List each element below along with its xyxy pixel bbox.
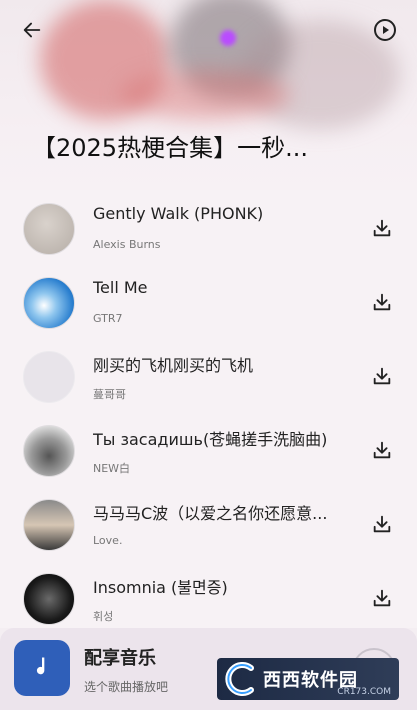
song-name: Tell Me [93,278,148,297]
song-cover [23,573,75,625]
song-name: 马马马C波（以爱之名你还愿意... [93,504,328,523]
song-cover [23,203,75,255]
song-cover [23,425,75,477]
download-icon[interactable] [371,291,393,313]
song-cover [23,351,75,403]
song-row[interactable]: Tell Me GTR7 [0,264,417,338]
song-artist: Love. [93,534,123,547]
song-name: Gently Walk (PHONK) [93,204,264,223]
music-note-icon [36,657,45,675]
play-all-button[interactable] [367,14,403,46]
song-name: 刚买的飞机刚买的飞机 [93,356,254,375]
song-artist: 蔓哥哥 [93,388,126,401]
watermark-domain: CR173.COM [337,687,391,697]
watermark-logo: 西西软件园 CR173.COM [217,658,399,700]
back-arrow-icon [23,22,41,38]
song-row[interactable]: Ты засадишь(苍蝇搓手洗脑曲) NEW白 [0,412,417,486]
playlist-title: 【2025热梗合集】一秒... [32,134,308,162]
download-icon[interactable] [371,513,393,535]
player-subtitle: 选个歌曲播放吧 [84,680,169,694]
song-row[interactable]: Insomnia (불면증) 휘성 [0,560,417,628]
player-title: 配享音乐 [84,648,156,669]
song-cover [23,277,75,329]
song-name: Ты засадишь(苍蝇搓手洗脑曲) [93,430,328,449]
song-row[interactable]: 马马马C波（以爱之名你还愿意... Love. [0,486,417,560]
banner-art-brush [120,70,290,120]
player-artwork [14,640,70,696]
download-icon[interactable] [371,587,393,609]
download-icon[interactable] [371,439,393,461]
song-row[interactable]: Gently Walk (PHONK) Alexis Burns [0,190,417,264]
song-artist: 휘성 [93,610,114,623]
back-button[interactable] [14,14,50,46]
download-icon[interactable] [371,365,393,387]
play-circle-icon [374,19,396,41]
song-list: Gently Walk (PHONK) Alexis Burns Tell Me… [0,190,417,628]
song-cover [23,499,75,551]
song-artist: Alexis Burns [93,238,161,251]
download-icon[interactable] [371,217,393,239]
song-row[interactable]: 刚买的飞机刚买的飞机 蔓哥哥 [0,338,417,412]
song-name: Insomnia (불면증) [93,578,228,597]
song-artist: GTR7 [93,312,123,325]
song-artist: NEW白 [93,462,131,475]
banner-art-glow [220,30,236,46]
watermark-c-icon [225,662,254,696]
